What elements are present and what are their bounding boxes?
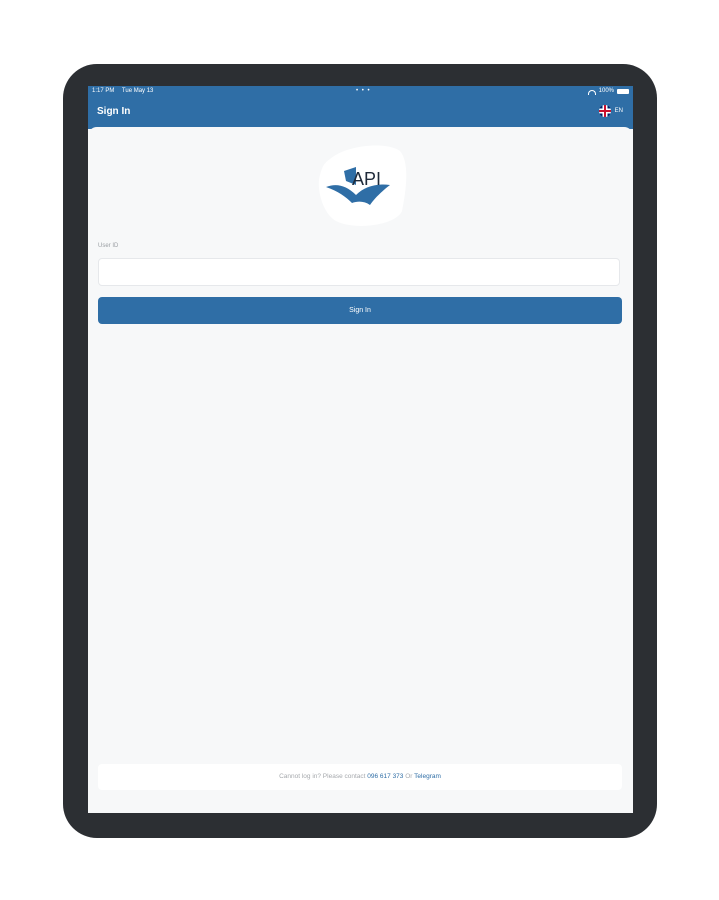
app-logo: API (316, 141, 408, 229)
language-code: EN (614, 108, 623, 114)
logo-svg: API (318, 145, 407, 226)
app-screen: 1:17 PM Tue May 13 • • • 100% Sign In EN… (88, 86, 633, 813)
telegram-link[interactable]: Telegram (414, 773, 441, 780)
status-bar: 1:17 PM Tue May 13 • • • 100% (88, 86, 633, 97)
user-id-label: User ID (98, 243, 119, 249)
wifi-icon (587, 89, 596, 95)
nav-bar: Sign In EN (88, 97, 633, 129)
status-time-date: 1:17 PM Tue May 13 (92, 86, 159, 97)
logo-text: API (352, 169, 381, 189)
support-footer: Cannot log in? Please contact 096 617 37… (98, 764, 622, 790)
language-selector[interactable]: EN (598, 105, 623, 117)
multitasking-dots[interactable]: • • • (356, 86, 371, 97)
status-time: 1:17 PM (92, 88, 115, 94)
status-date: Tue May 13 (121, 88, 154, 94)
battery-icon (617, 89, 629, 94)
status-indicators: 100% (587, 86, 629, 97)
uk-flag-icon (598, 105, 611, 117)
page-title: Sign In (97, 106, 131, 117)
content-card (88, 129, 633, 813)
battery-percent: 100% (598, 88, 614, 94)
user-id-input[interactable] (98, 258, 620, 286)
or-text: Or (405, 773, 413, 780)
sign-in-button[interactable]: Sign In (98, 297, 622, 324)
support-text: Cannot log in? Please contact (279, 773, 366, 780)
phone-link[interactable]: 096 617 373 (367, 773, 403, 780)
